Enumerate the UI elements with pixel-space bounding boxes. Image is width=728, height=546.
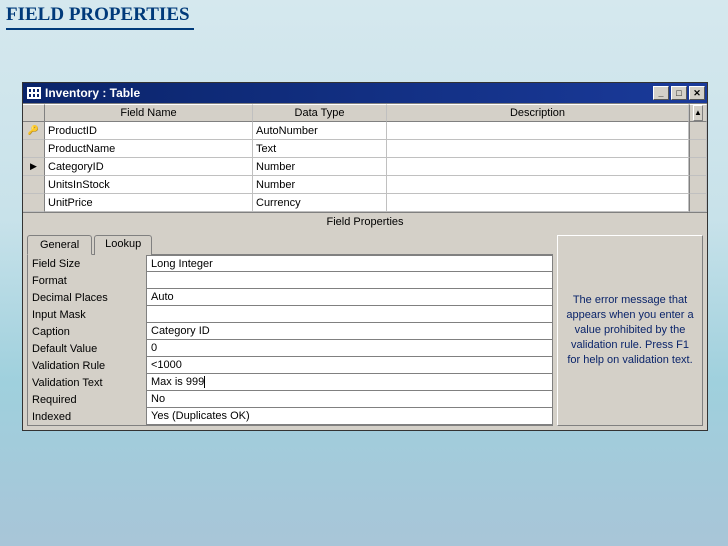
window-title: Inventory : Table [45,86,653,100]
property-label: Validation Rule [28,357,146,374]
cell-fieldname[interactable]: ProductName [45,140,253,158]
help-text: The error message that appears when you … [564,293,696,367]
property-row: Validation TextMax is 999 [28,374,552,391]
row-selector[interactable] [23,194,45,212]
maximize-button[interactable]: □ [671,86,687,100]
property-row: CaptionCategory ID [28,323,552,340]
scrollbar-track[interactable] [689,194,707,212]
property-row: Decimal PlacesAuto [28,289,552,306]
property-value[interactable]: No [146,391,552,408]
datasheet-icon [27,87,41,99]
cell-fieldname[interactable]: CategoryID [45,158,253,176]
row-selector-header[interactable] [23,104,45,122]
tab-lookup[interactable]: Lookup [94,235,152,255]
property-value[interactable]: 0 [146,340,552,357]
cell-datatype[interactable]: Text [253,140,387,158]
cell-fieldname[interactable]: UnitPrice [45,194,253,212]
property-label: Indexed [28,408,146,425]
field-properties-pane: General Lookup Field SizeLong IntegerFor… [23,231,707,430]
property-value[interactable]: Auto [146,289,552,306]
cell-datatype[interactable]: Currency [253,194,387,212]
property-row: Field SizeLong Integer [28,255,552,272]
property-label: Decimal Places [28,289,146,306]
row-selector[interactable]: 🔑 [23,122,45,140]
property-row: RequiredNo [28,391,552,408]
table-row[interactable]: UnitPriceCurrency [23,194,707,212]
property-value[interactable] [146,272,552,289]
property-value[interactable] [146,306,552,323]
property-label: Format [28,272,146,289]
property-label: Input Mask [28,306,146,323]
property-row: Default Value0 [28,340,552,357]
minimize-button[interactable]: _ [653,86,669,100]
property-label: Caption [28,323,146,340]
text-cursor [204,376,205,388]
property-value[interactable]: <1000 [146,357,552,374]
help-panel: The error message that appears when you … [557,235,703,426]
property-row: Format [28,272,552,289]
col-header-fieldname[interactable]: Field Name [45,104,253,122]
scrollbar-track[interactable] [689,158,707,176]
property-row: Validation Rule<1000 [28,357,552,374]
property-row: Input Mask [28,306,552,323]
cell-description[interactable] [387,122,689,140]
property-row: IndexedYes (Duplicates OK) [28,408,552,425]
field-grid: Field Name Data Type Description ▲ 🔑 Prod… [23,103,707,212]
row-selector[interactable] [23,140,45,158]
current-row-icon: ▶ [30,161,37,172]
table-row[interactable]: ▶ CategoryIDNumber [23,158,707,176]
close-button[interactable]: ✕ [689,86,705,100]
cell-datatype[interactable]: AutoNumber [253,122,387,140]
col-header-datatype[interactable]: Data Type [253,104,387,122]
scroll-up-button[interactable]: ▲ [693,105,703,121]
property-value[interactable]: Long Integer [146,255,552,272]
page-title: FIELD PROPERTIES [6,4,194,30]
field-properties-header: Field Properties [23,212,707,231]
cell-fieldname[interactable]: ProductID [45,122,253,140]
scrollbar-track: ▲ [689,104,707,122]
property-sheet: Field SizeLong IntegerFormatDecimal Plac… [27,254,553,426]
table-row[interactable]: 🔑 ProductIDAutoNumber [23,122,707,140]
property-value[interactable]: Max is 999 [146,374,552,391]
scrollbar-track[interactable] [689,140,707,158]
cell-description[interactable] [387,176,689,194]
scrollbar-track[interactable] [689,176,707,194]
cell-description[interactable] [387,140,689,158]
table-row[interactable]: ProductNameText [23,140,707,158]
primary-key-icon: 🔑 [28,125,39,136]
property-label: Field Size [28,255,146,272]
cell-description[interactable] [387,158,689,176]
property-label: Required [28,391,146,408]
property-label: Default Value [28,340,146,357]
row-selector[interactable] [23,176,45,194]
titlebar[interactable]: Inventory : Table _ □ ✕ [23,83,707,103]
property-label: Validation Text [28,374,146,391]
cell-fieldname[interactable]: UnitsInStock [45,176,253,194]
table-row[interactable]: UnitsInStockNumber [23,176,707,194]
cell-datatype[interactable]: Number [253,158,387,176]
col-header-description[interactable]: Description [387,104,689,122]
tab-general[interactable]: General [27,235,92,255]
row-selector[interactable]: ▶ [23,158,45,176]
cell-description[interactable] [387,194,689,212]
property-value[interactable]: Yes (Duplicates OK) [146,408,552,425]
scrollbar-track[interactable] [689,122,707,140]
property-value[interactable]: Category ID [146,323,552,340]
table-design-window: Inventory : Table _ □ ✕ Field Name Data … [22,82,708,431]
cell-datatype[interactable]: Number [253,176,387,194]
